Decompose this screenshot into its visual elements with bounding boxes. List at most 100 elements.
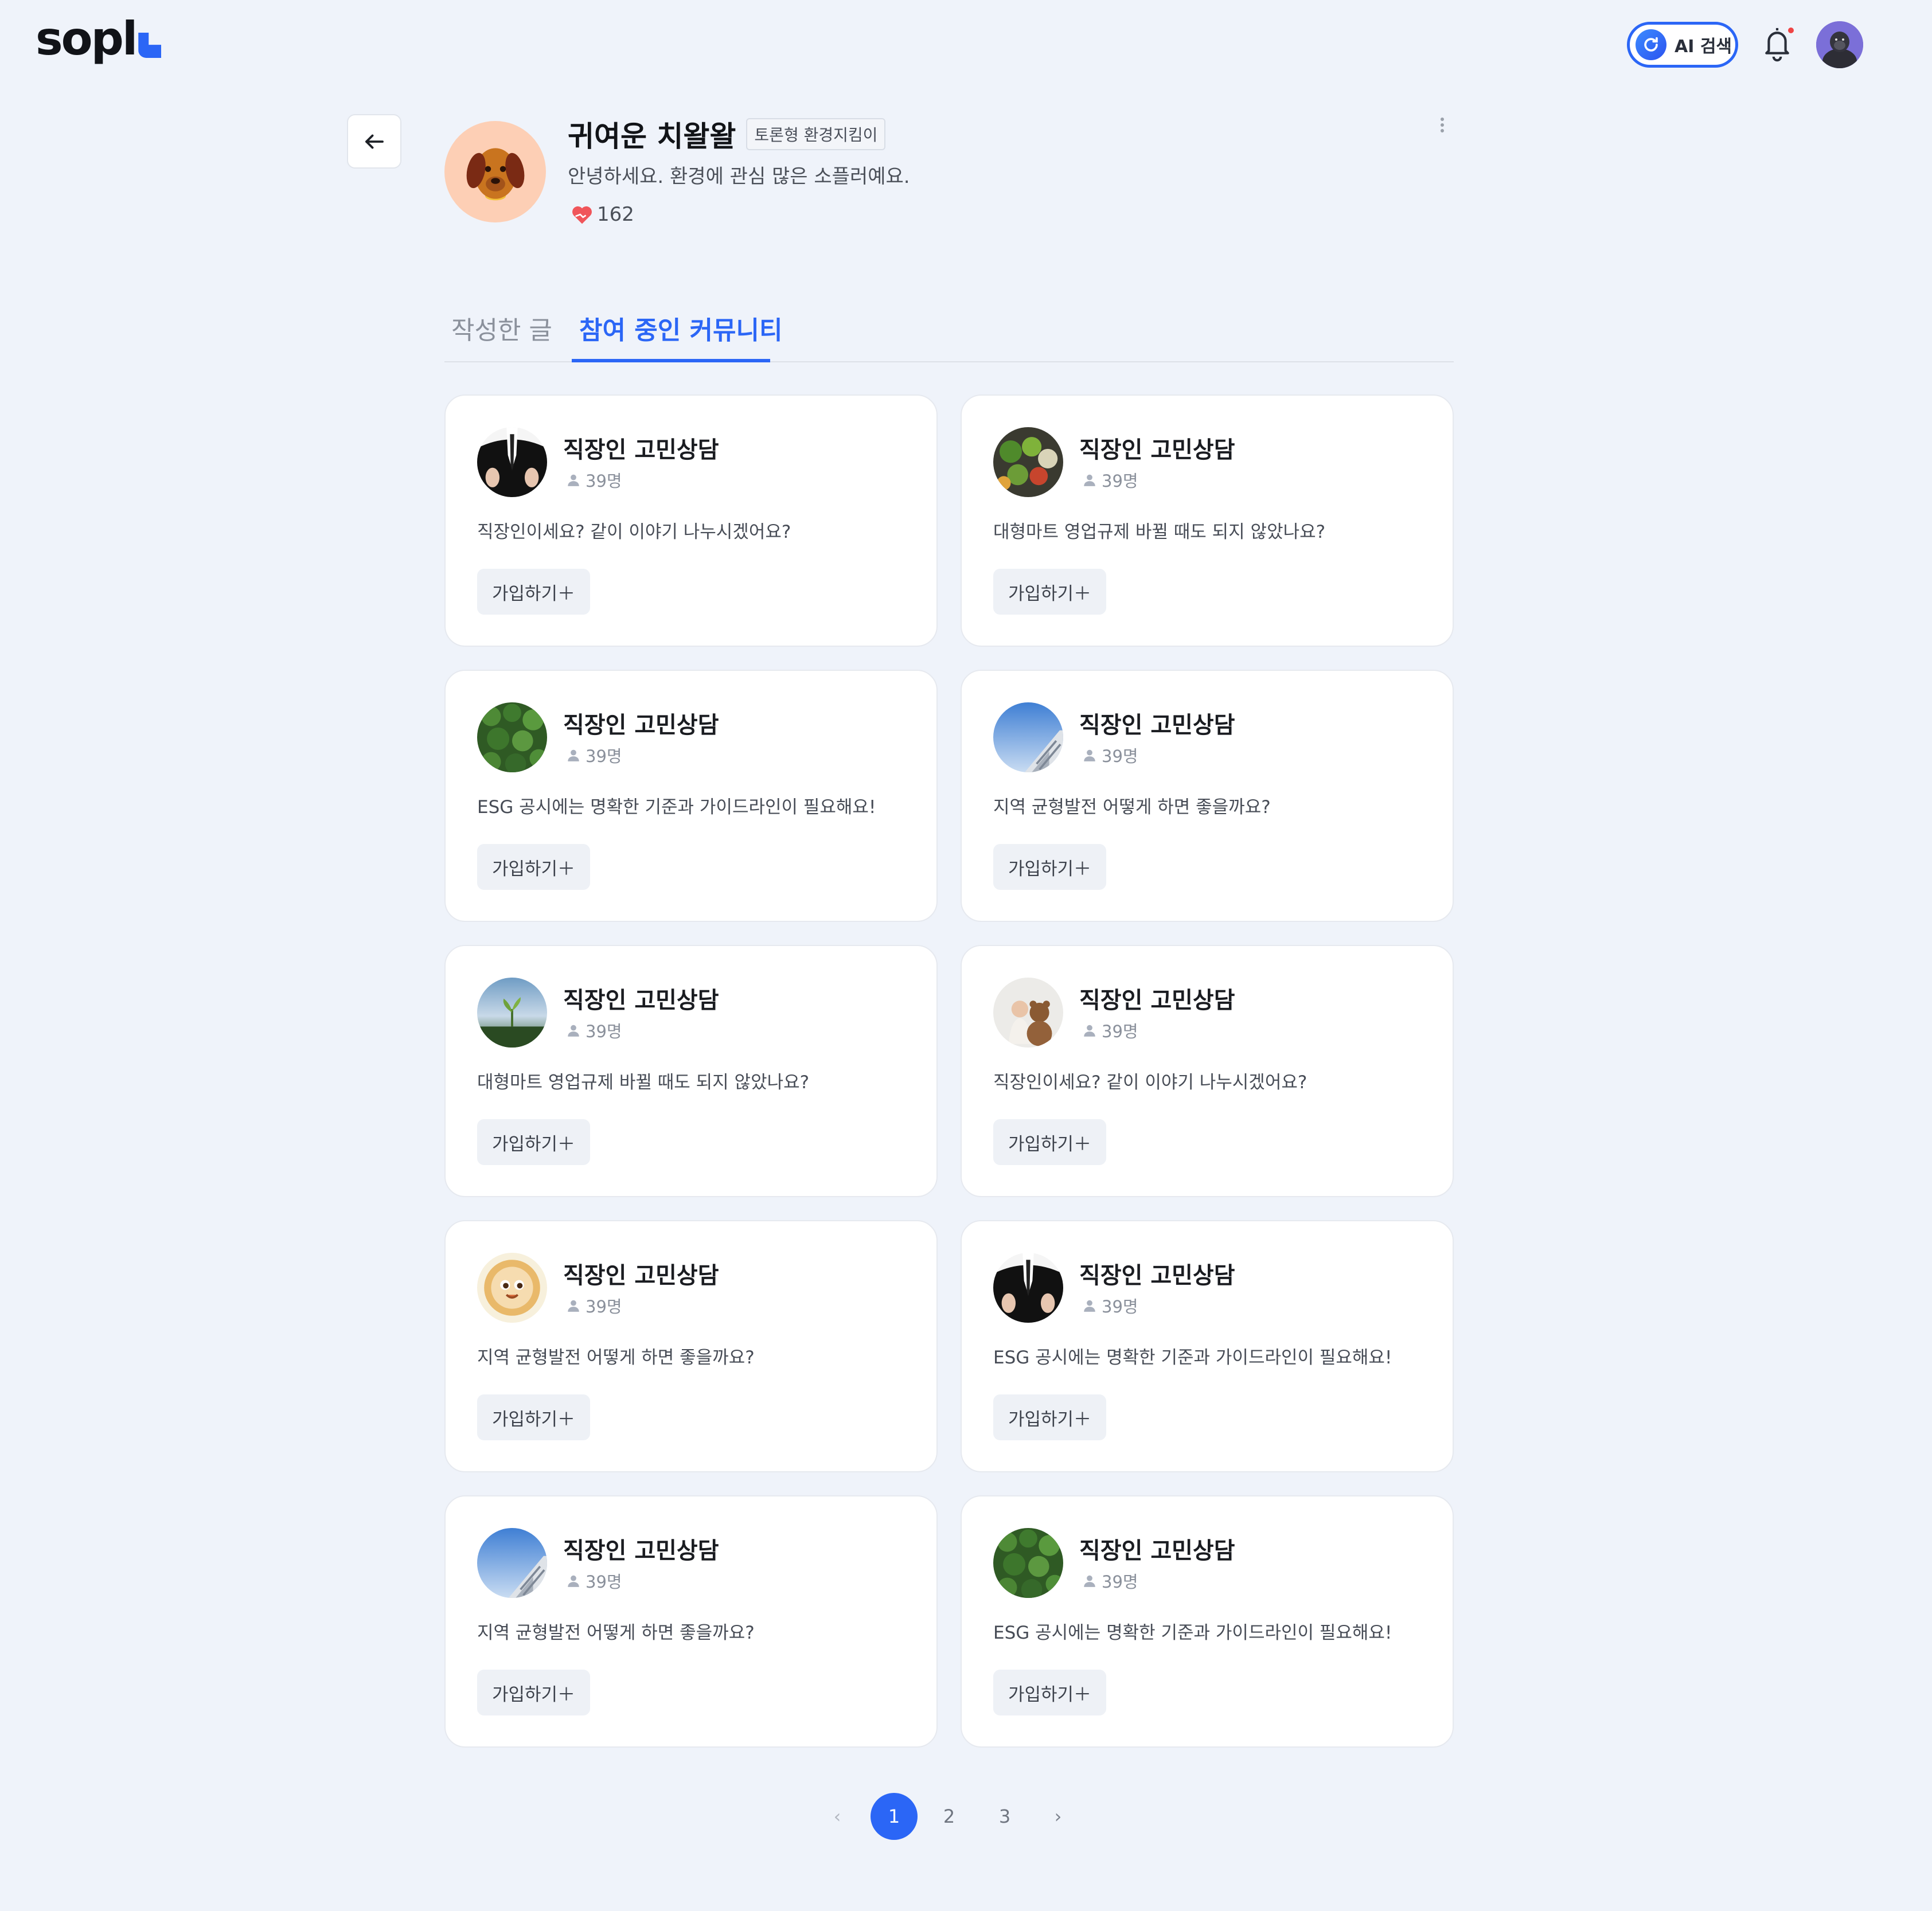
community-thumbnail xyxy=(993,1528,1063,1598)
plus-icon: ＋ xyxy=(1074,1684,1092,1705)
join-button[interactable]: 가입하기 ＋ xyxy=(993,1119,1106,1165)
member-count: 39명 xyxy=(1082,468,1138,492)
profile-likes: 162 xyxy=(571,203,634,226)
community-thumbnail xyxy=(477,1528,547,1598)
join-button[interactable]: 가입하기 ＋ xyxy=(477,1670,590,1715)
community-description: 직장인이세요? 같이 이야기 나누시겠어요? xyxy=(477,522,791,542)
community-title: 직장인 고민상담 xyxy=(1079,1538,1235,1564)
plus-icon: ＋ xyxy=(1074,1409,1092,1430)
member-count-text: 39명 xyxy=(1102,1572,1138,1592)
community-card[interactable]: 직장인 고민상담 39명 대형마트 영업규제 바뀔 때도 되지 않았나요? 가입… xyxy=(961,394,1454,647)
join-label: 가입하기 xyxy=(1008,1409,1074,1430)
community-card[interactable]: 직장인 고민상담 39명 직장인이세요? 같이 이야기 나누시겠어요? 가입하기… xyxy=(444,394,938,647)
join-button[interactable]: 가입하기 ＋ xyxy=(477,1394,590,1440)
member-count: 39명 xyxy=(566,468,622,492)
join-button[interactable]: 가입하기 ＋ xyxy=(993,569,1106,615)
member-count: 39명 xyxy=(566,1293,622,1318)
profile-avatar xyxy=(444,121,546,222)
heart-icon xyxy=(572,206,592,224)
join-button[interactable]: 가입하기 ＋ xyxy=(993,844,1106,890)
profile-badge: 토론형 환경지킴이 xyxy=(746,118,886,150)
community-title: 직장인 고민상담 xyxy=(1079,437,1235,463)
notification-dot xyxy=(1788,28,1794,33)
plus-icon: ＋ xyxy=(557,1409,576,1430)
chevron-right-icon[interactable]: › xyxy=(1041,1793,1075,1840)
member-count: 39명 xyxy=(566,743,622,767)
community-card[interactable]: 직장인 고민상담 39명 지역 균형발전 어떻게 하면 좋을까요? 가입하기 ＋ xyxy=(444,1220,938,1472)
plus-icon: ＋ xyxy=(1074,1134,1092,1155)
community-card[interactable]: 직장인 고민상담 39명 지역 균형발전 어떻게 하면 좋을까요? 가입하기 ＋ xyxy=(444,1495,938,1748)
sprout-thumbnail-image xyxy=(477,978,547,1048)
join-button[interactable]: 가입하기 ＋ xyxy=(477,1119,590,1165)
member-count: 39명 xyxy=(1082,1569,1138,1593)
plus-icon: ＋ xyxy=(557,1134,576,1155)
bell-icon[interactable] xyxy=(1763,25,1792,62)
join-label: 가입하기 xyxy=(1008,858,1074,880)
likes-count: 162 xyxy=(597,203,634,226)
profile-name: 귀여운 치왈왈 xyxy=(568,120,736,153)
member-count: 39명 xyxy=(1082,743,1138,767)
plus-icon: ＋ xyxy=(1074,858,1092,880)
join-label: 가입하기 xyxy=(1008,1134,1074,1155)
community-title: 직장인 고민상담 xyxy=(563,1538,719,1564)
person-icon xyxy=(1084,474,1095,486)
baby-bear-thumbnail-image xyxy=(993,978,1063,1048)
plus-icon: ＋ xyxy=(557,858,576,880)
community-thumbnail xyxy=(993,1253,1063,1323)
join-label: 가입하기 xyxy=(491,1684,558,1705)
logo-text: sopl xyxy=(36,12,138,65)
logo-mark-icon xyxy=(138,33,162,58)
person-icon xyxy=(568,474,579,486)
community-description: ESG 공시에는 명확한 기준과 가이드라인이 필요해요! xyxy=(477,797,876,818)
community-description: 직장인이세요? 같이 이야기 나누시겠어요? xyxy=(993,1072,1307,1093)
sun-mascot-thumbnail-image xyxy=(477,1253,547,1323)
member-count: 39명 xyxy=(566,1018,622,1042)
community-description: 지역 균형발전 어떻게 하면 좋을까요? xyxy=(477,1347,755,1368)
page-1-button[interactable]: 1 xyxy=(871,1793,918,1840)
tab-communities[interactable]: 참여 중인 커뮤니티 xyxy=(579,310,782,362)
member-count-text: 39명 xyxy=(1102,1297,1138,1316)
join-button[interactable]: 가입하기 ＋ xyxy=(993,1670,1106,1715)
community-card[interactable]: 직장인 고민상담 39명 직장인이세요? 같이 이야기 나누시겠어요? 가입하기… xyxy=(961,945,1454,1197)
ai-search-label: AI 검색 xyxy=(1675,37,1732,57)
forest-thumbnail-image xyxy=(477,702,547,772)
join-button[interactable]: 가입하기 ＋ xyxy=(477,569,590,615)
community-thumbnail xyxy=(477,1253,547,1323)
community-card[interactable]: 직장인 고민상담 39명 대형마트 영업규제 바뀔 때도 되지 않았나요? 가입… xyxy=(444,945,938,1197)
active-tab-indicator xyxy=(572,359,770,362)
join-label: 가입하기 xyxy=(1008,1684,1074,1705)
community-description: 대형마트 영업규제 바뀔 때도 되지 않았나요? xyxy=(477,1072,810,1093)
back-button[interactable] xyxy=(347,114,401,169)
join-button[interactable]: 가입하기 ＋ xyxy=(993,1394,1106,1440)
plus-icon: ＋ xyxy=(557,1684,576,1705)
join-label: 가입하기 xyxy=(491,1409,558,1430)
more-vertical-icon[interactable] xyxy=(1437,115,1448,138)
chevron-left-icon[interactable]: ‹ xyxy=(820,1793,854,1840)
community-description: ESG 공시에는 명확한 기준과 가이드라인이 필요해요! xyxy=(993,1347,1392,1368)
community-description: 대형마트 영업규제 바뀔 때도 되지 않았나요? xyxy=(993,522,1326,542)
join-label: 가입하기 xyxy=(491,1134,558,1155)
plus-icon: ＋ xyxy=(1074,583,1092,604)
ai-search-button[interactable]: AI 검색 xyxy=(1627,22,1738,68)
person-icon xyxy=(1084,1025,1095,1037)
plus-icon: ＋ xyxy=(557,583,576,604)
building-thumbnail-image xyxy=(993,702,1063,772)
community-title: 직장인 고민상담 xyxy=(563,437,719,463)
community-card[interactable]: 직장인 고민상담 39명 ESG 공시에는 명확한 기준과 가이드라인이 필요해… xyxy=(444,670,938,922)
person-icon xyxy=(1084,1575,1095,1587)
tab-posts[interactable]: 작성한 글 xyxy=(451,310,552,362)
ai-refresh-icon xyxy=(1636,29,1666,60)
page-2-button[interactable]: 2 xyxy=(932,1793,966,1840)
page-3-button[interactable]: 3 xyxy=(988,1793,1022,1840)
community-card[interactable]: 직장인 고민상담 39명 지역 균형발전 어떻게 하면 좋을까요? 가입하기 ＋ xyxy=(961,670,1454,922)
community-card[interactable]: 직장인 고민상담 39명 ESG 공시에는 명확한 기준과 가이드라인이 필요해… xyxy=(961,1495,1454,1748)
join-button[interactable]: 가입하기 ＋ xyxy=(477,844,590,890)
community-thumbnail xyxy=(993,702,1063,772)
community-thumbnail xyxy=(993,427,1063,497)
sople-logo[interactable]: sopl xyxy=(36,12,162,65)
member-count-text: 39명 xyxy=(1102,1022,1138,1041)
user-avatar[interactable] xyxy=(1816,21,1863,68)
member-count: 39명 xyxy=(1082,1293,1138,1318)
community-card[interactable]: 직장인 고민상담 39명 ESG 공시에는 명확한 기준과 가이드라인이 필요해… xyxy=(961,1220,1454,1472)
community-thumbnail xyxy=(477,427,547,497)
